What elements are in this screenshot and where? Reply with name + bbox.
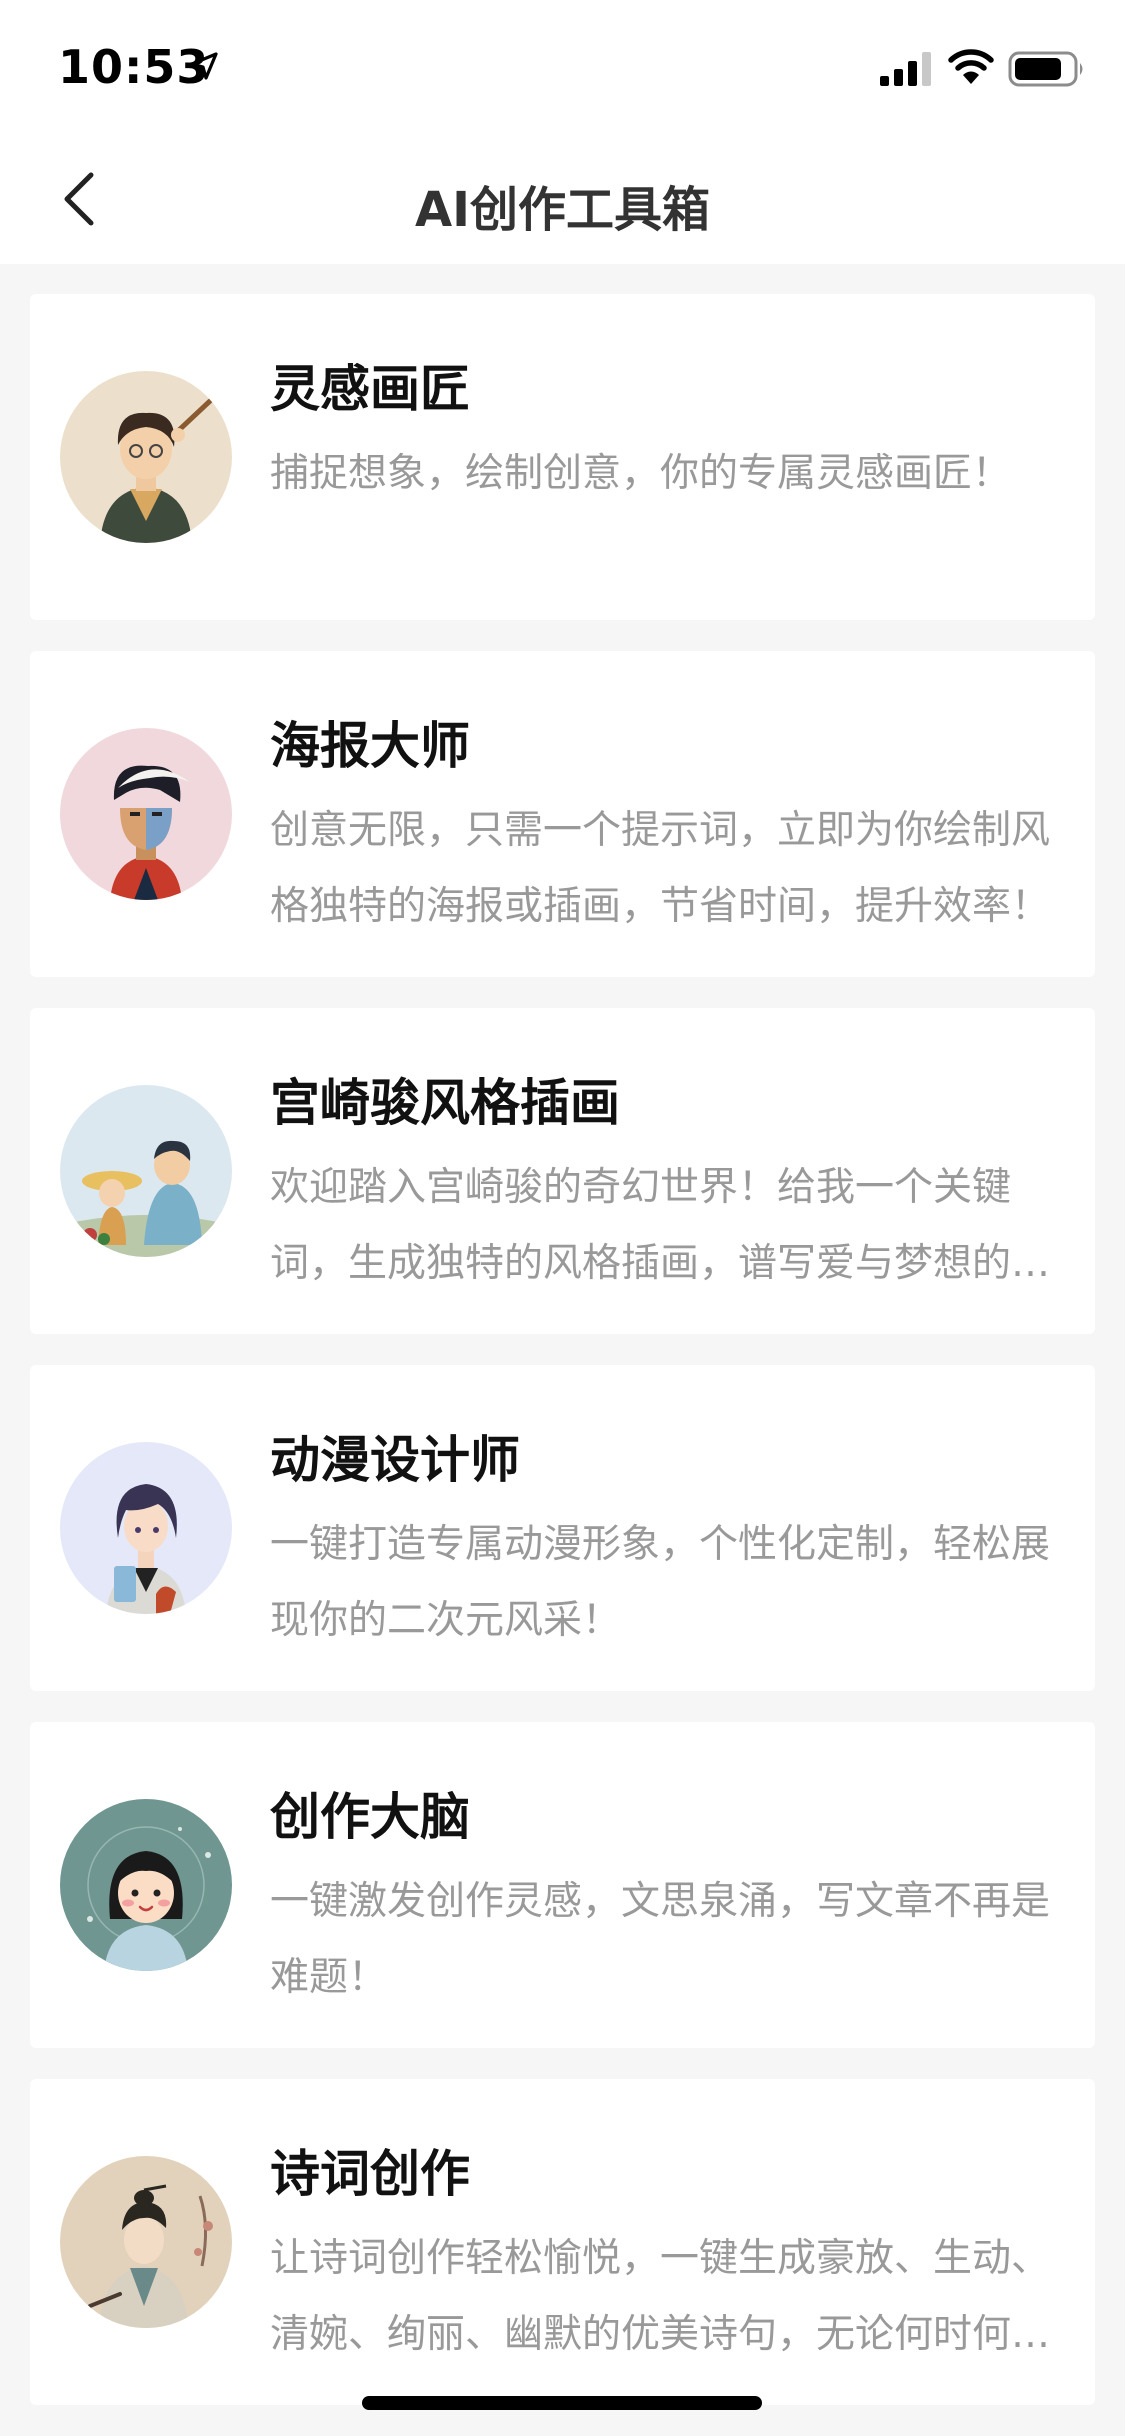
tool-card-ghibli-illustration[interactable]: 宫崎骏风格插画 欢迎踏入宫崎骏的奇幻世界！给我一个关键词，生成独特的风格插画，谱… (30, 1008, 1095, 1334)
tool-name: 诗词创作 (270, 2145, 470, 2203)
tool-name: 灵感画匠 (270, 360, 470, 418)
status-bar: 10:53 (0, 0, 1125, 132)
tool-name: 动漫设计师 (270, 1431, 520, 1489)
poster-man-avatar (60, 728, 232, 900)
ancient-poet-avatar (60, 2156, 232, 2328)
tool-card-anime-designer[interactable]: 动漫设计师 一键打造专属动漫形象，个性化定制，轻松展现你的二次元风采！ (30, 1365, 1095, 1691)
painter-boy-avatar (60, 371, 232, 543)
page-title: AI创作工具箱 (414, 182, 710, 238)
tool-card-creative-brain[interactable]: 创作大脑 一键激发创作灵感，文思泉涌，写文章不再是难题！ (30, 1722, 1095, 2048)
tool-description: 欢迎踏入宫崎骏的奇幻世界！给我一个关键词，生成独特的风格插画，谱写爱与梦想的故事… (270, 1165, 1051, 1286)
status-time: 10:53 (58, 40, 210, 94)
location-arrow-icon (190, 52, 218, 80)
tool-name: 海报大师 (270, 717, 470, 775)
tool-card-poetry-creation[interactable]: 诗词创作 让诗词创作轻松愉悦，一键生成豪放、生动、清婉、绚丽、幽默的优美诗句，无… (30, 2079, 1095, 2405)
battery-icon (1008, 51, 1083, 87)
ghibli-kids-avatar (60, 1085, 232, 1257)
tool-card-poster-master[interactable]: 海报大师 创意无限，只需一个提示词，立即为你绘制风格独特的海报或插画，节省时间，… (30, 651, 1095, 977)
nav-bar: AI创作工具箱 (0, 132, 1125, 264)
tool-description: 一键打造专属动漫形象，个性化定制，轻松展现你的二次元风采！ (270, 1522, 1051, 1643)
tool-description: 让诗词创作轻松愉悦，一键生成豪放、生动、清婉、绚丽、幽默的优美诗句，无论何时何地… (270, 2236, 1051, 2357)
anime-girl-avatar (60, 1442, 232, 1614)
signal-icon (880, 52, 931, 86)
girl-writer-avatar (60, 1799, 232, 1971)
home-indicator (362, 2396, 762, 2410)
wifi-icon (948, 49, 994, 84)
tool-description: 一键激发创作灵感，文思泉涌，写文章不再是难题！ (270, 1879, 1051, 2000)
app-screen: 10:53 AI创作工具箱 灵感画匠 捕捉想象，绘制创意，你的专属灵感画匠！ 海… (0, 0, 1125, 2436)
tool-list: 灵感画匠 捕捉想象，绘制创意，你的专属灵感画匠！ 海报大师 创意无限，只需一个提… (30, 294, 1095, 2436)
tool-description: 创意无限，只需一个提示词，立即为你绘制风格独特的海报或插画，节省时间，提升效率！ (270, 808, 1051, 929)
tool-card-inspiration-painter[interactable]: 灵感画匠 捕捉想象，绘制创意，你的专属灵感画匠！ (30, 294, 1095, 620)
tool-name: 宫崎骏风格插画 (270, 1074, 620, 1132)
tool-description: 捕捉想象，绘制创意，你的专属灵感画匠！ (270, 451, 1012, 496)
tool-name: 创作大脑 (270, 1788, 470, 1846)
